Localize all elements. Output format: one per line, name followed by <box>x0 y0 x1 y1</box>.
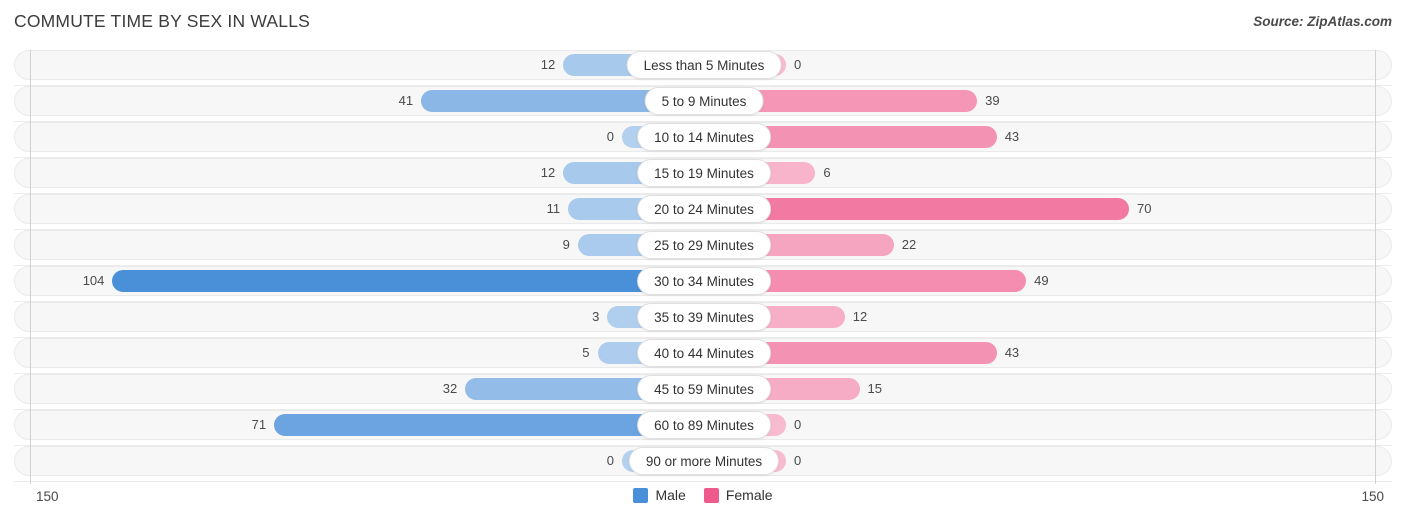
bar-value-male: 0 <box>606 129 614 144</box>
category-label-pill: 25 to 29 Minutes <box>637 231 771 259</box>
bar-value-female: 0 <box>794 453 802 468</box>
bar-value-male: 12 <box>540 165 556 180</box>
axis-line-right <box>1375 50 1376 484</box>
page-title: COMMUTE TIME BY SEX IN WALLS <box>14 11 311 31</box>
axis-line-left <box>30 50 31 484</box>
legend-swatch-female <box>703 487 719 503</box>
category-label-pill: 20 to 24 Minutes <box>637 195 771 223</box>
source-attribution: Source: ZipAtlas.com <box>1253 14 1392 29</box>
bar-value-male: 41 <box>398 93 414 108</box>
category-label-pill: Less than 5 Minutes <box>626 51 782 79</box>
category-label-pill: 60 to 89 Minutes <box>637 411 771 439</box>
chart-legend: Male Female <box>0 487 1406 503</box>
bar-row[interactable]: 12 6 15 to 19 Minutes <box>14 158 1392 194</box>
bar-value-female: 43 <box>1004 129 1020 144</box>
category-label-pill: 5 to 9 Minutes <box>644 87 764 115</box>
bar-value-male: 0 <box>606 453 614 468</box>
bar-row[interactable]: 12 0 Less than 5 Minutes <box>14 50 1392 86</box>
category-label-pill: 35 to 39 Minutes <box>637 303 771 331</box>
bar-row[interactable]: 104 49 30 to 34 Minutes <box>14 266 1392 302</box>
legend-label-female: Female <box>725 487 773 503</box>
bar-row[interactable]: 32 15 45 to 59 Minutes <box>14 374 1392 410</box>
category-label-pill: 40 to 44 Minutes <box>637 339 771 367</box>
bar-row[interactable]: 0 0 90 or more Minutes <box>14 446 1392 482</box>
bar-row[interactable]: 0 43 10 to 14 Minutes <box>14 122 1392 158</box>
bar-row[interactable]: 11 70 20 to 24 Minutes <box>14 194 1392 230</box>
bar-value-male: 5 <box>582 345 590 360</box>
bar-value-male: 104 <box>82 273 105 288</box>
bar-value-female: 22 <box>901 237 917 252</box>
legend-item-male[interactable]: Male <box>633 487 686 503</box>
bar-male[interactable] <box>112 270 704 292</box>
bar-value-female: 70 <box>1137 201 1152 216</box>
bar-row[interactable]: 41 39 5 to 9 Minutes <box>14 86 1392 122</box>
bar-value-male: 71 <box>251 417 267 432</box>
bar-value-male: 12 <box>540 57 556 72</box>
chart-plot-area: 12 0 Less than 5 Minutes 41 39 5 to 9 Minutes… <box>14 50 1392 484</box>
bar-value-female: 39 <box>985 93 1000 108</box>
legend-label-male: Male <box>655 487 686 503</box>
bar-value-female: 49 <box>1034 273 1049 288</box>
bar-row[interactable]: 71 0 60 to 89 Minutes <box>14 410 1392 446</box>
chart-container: COMMUTE TIME BY SEX IN WALLS Source: Zip… <box>0 0 1406 523</box>
category-label-pill: 45 to 59 Minutes <box>637 375 771 403</box>
bar-row[interactable]: 3 12 35 to 39 Minutes <box>14 302 1392 338</box>
bar-value-male: 11 <box>546 201 561 216</box>
bar-value-male: 32 <box>442 381 458 396</box>
bar-row[interactable]: 9 22 25 to 29 Minutes <box>14 230 1392 266</box>
bar-value-female: 0 <box>794 57 802 72</box>
category-label-pill: 15 to 19 Minutes <box>637 159 771 187</box>
bar-value-female: 0 <box>794 417 802 432</box>
category-label-pill: 10 to 14 Minutes <box>637 123 771 151</box>
bar-value-male: 3 <box>592 309 600 324</box>
bar-value-male: 9 <box>562 237 570 252</box>
category-label-pill: 90 or more Minutes <box>628 447 780 475</box>
bar-value-female: 12 <box>852 309 868 324</box>
legend-item-female[interactable]: Female <box>703 487 773 503</box>
row-separator <box>14 481 1392 482</box>
legend-swatch-male <box>633 487 649 503</box>
bar-value-female: 6 <box>823 165 831 180</box>
bar-value-female: 43 <box>1004 345 1020 360</box>
bar-row[interactable]: 5 43 40 to 44 Minutes <box>14 338 1392 374</box>
bar-value-female: 15 <box>867 381 882 396</box>
category-label-pill: 30 to 34 Minutes <box>637 267 771 295</box>
